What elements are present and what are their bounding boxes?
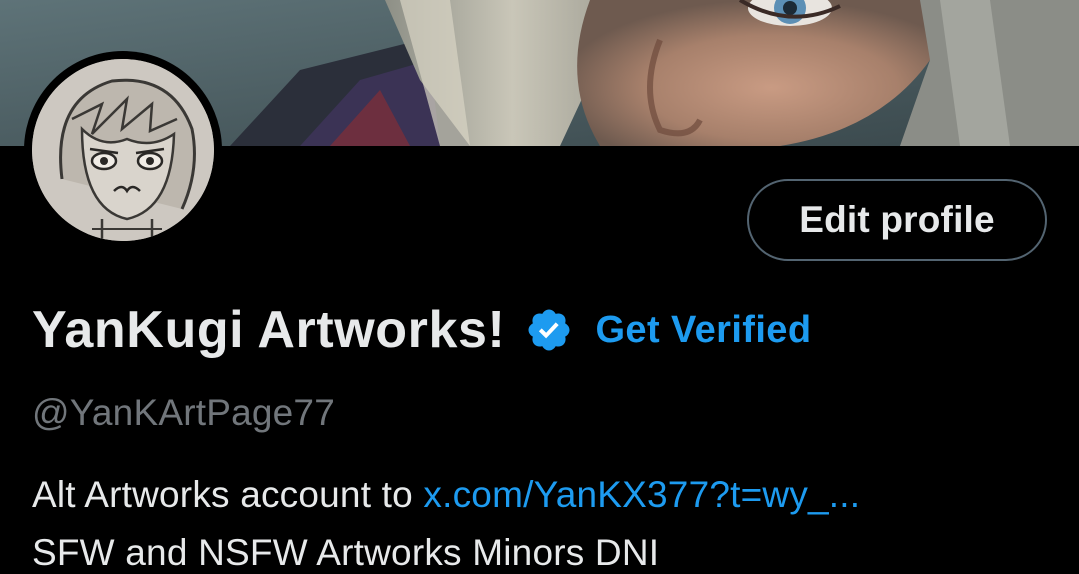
verified-badge-icon[interactable] bbox=[525, 306, 573, 354]
bio-line-2: SFW and NSFW Artworks Minors DNI bbox=[32, 532, 660, 573]
bio-text: Alt Artworks account to bbox=[32, 474, 424, 515]
avatar-sketch-image bbox=[32, 59, 214, 241]
name-row: YanKugi Artworks! Get Verified bbox=[32, 298, 811, 362]
get-verified-link[interactable]: Get Verified bbox=[595, 309, 811, 352]
bio-line-1: Alt Artworks account to x.com/YanKX377?t… bbox=[32, 474, 860, 516]
profile-handle: @YanKArtPage77 bbox=[32, 392, 335, 433]
display-name: YanKugi Artworks! bbox=[32, 301, 506, 359]
edit-profile-button[interactable]: Edit profile bbox=[747, 179, 1047, 261]
profile-avatar[interactable] bbox=[24, 51, 222, 249]
bio-link[interactable]: x.com/YanKX377?t=wy_... bbox=[423, 474, 860, 515]
